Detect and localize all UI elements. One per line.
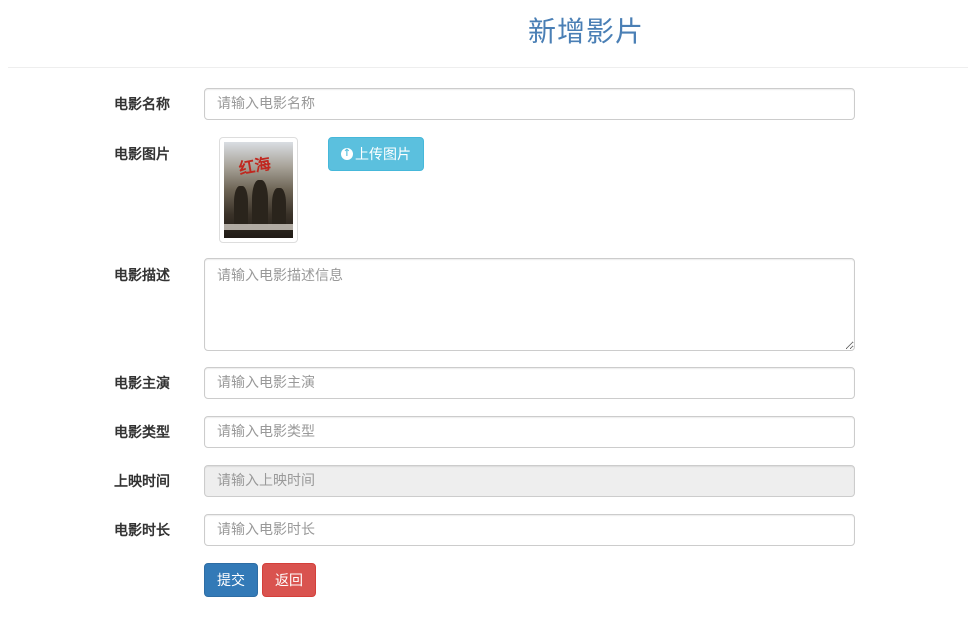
- actors-input[interactable]: [204, 367, 855, 399]
- name-label: 电影名称: [114, 97, 170, 113]
- page-title: 新增影片: [528, 15, 645, 48]
- upload-button-label: 上传图片: [355, 147, 411, 163]
- release-date-input[interactable]: [204, 465, 855, 497]
- description-textarea[interactable]: [204, 258, 855, 351]
- type-input[interactable]: [204, 416, 855, 448]
- upload-image-button[interactable]: ↑ 上传图片: [328, 137, 424, 171]
- upload-arrow-icon: ↑: [341, 148, 353, 160]
- page-header: 新增影片: [8, 0, 968, 68]
- duration-label: 电影时长: [114, 523, 170, 539]
- poster-title: 红海: [237, 153, 273, 179]
- release-label: 上映时间: [114, 474, 170, 490]
- actors-label: 电影主演: [114, 376, 170, 392]
- back-button[interactable]: 返回: [262, 563, 316, 597]
- description-label: 电影描述: [114, 268, 170, 284]
- poster-thumbnail: 红海: [219, 137, 298, 243]
- type-label: 电影类型: [114, 425, 170, 441]
- submit-button[interactable]: 提交: [204, 563, 258, 597]
- poster-image: 红海: [224, 142, 293, 238]
- duration-input[interactable]: [204, 514, 855, 546]
- name-input[interactable]: [204, 88, 855, 120]
- image-label: 电影图片: [114, 147, 170, 163]
